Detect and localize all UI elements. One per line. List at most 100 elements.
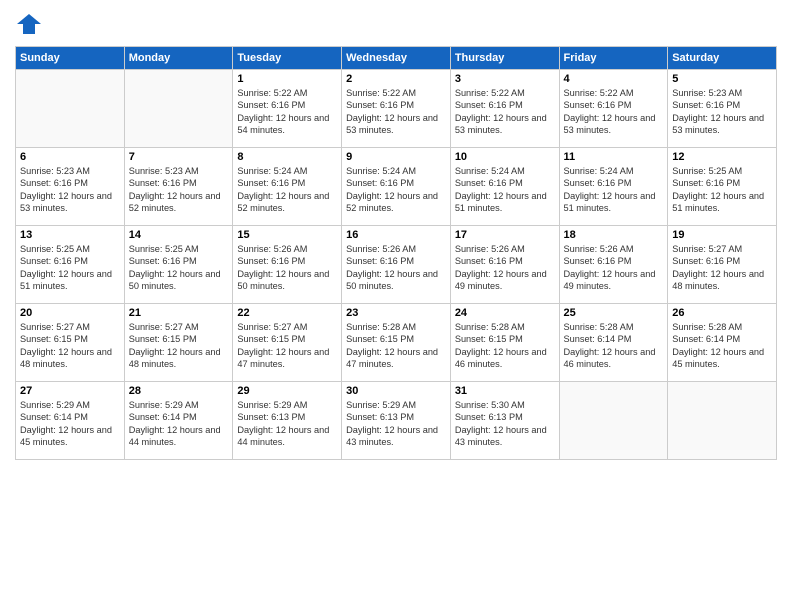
day-info: Sunrise: 5:26 AMSunset: 6:16 PMDaylight:… — [564, 243, 664, 293]
day-info: Sunrise: 5:24 AMSunset: 6:16 PMDaylight:… — [237, 165, 337, 215]
day-info: Sunrise: 5:22 AMSunset: 6:16 PMDaylight:… — [564, 87, 664, 137]
day-number: 21 — [129, 307, 229, 319]
calendar-cell: 1 Sunrise: 5:22 AMSunset: 6:16 PMDaylight… — [233, 70, 342, 148]
calendar-cell: 21Sunrise: 5:27 AMSunset: 6:15 PMDayligh… — [124, 304, 233, 382]
calendar-cell: 31 Sunrise: 5:30 AMSunset: 6:13 PMDayligh… — [450, 382, 559, 460]
day-number: 4 — [564, 73, 664, 85]
day-number: 12 — [672, 151, 772, 163]
logo — [15, 10, 47, 38]
calendar-cell: 20 Sunrise: 5:27 AMSunset: 6:15 PMDayligh… — [16, 304, 125, 382]
day-number: 22 — [237, 307, 337, 319]
day-info: Sunrise: 5:28 AMSunset: 6:15 PMDaylight:… — [346, 321, 446, 371]
weekday-header-row: SundayMondayTuesdayWednesdayThursdayFrid… — [16, 47, 777, 70]
weekday-header: Monday — [124, 47, 233, 70]
day-info: Sunrise: 5:22 AMSunset: 6:16 PMDaylight:… — [455, 87, 555, 137]
day-info: Sunrise: 5:26 AMSunset: 6:16 PMDaylight:… — [455, 243, 555, 293]
calendar-cell: 9Sunrise: 5:24 AMSunset: 6:16 PMDaylight… — [342, 148, 451, 226]
day-number: 13 — [20, 229, 120, 241]
calendar-cell: 24Sunrise: 5:28 AMSunset: 6:15 PMDayligh… — [450, 304, 559, 382]
day-info: Sunrise: 5:23 AMSunset: 6:16 PMDaylight:… — [129, 165, 229, 215]
day-info: Sunrise: 5:24 AMSunset: 6:16 PMDaylight:… — [564, 165, 664, 215]
day-number: 20 — [20, 307, 120, 319]
day-number: 31 — [455, 385, 555, 397]
calendar-cell: 2Sunrise: 5:22 AMSunset: 6:16 PMDaylight… — [342, 70, 451, 148]
calendar-cell: 26 Sunrise: 5:28 AMSunset: 6:14 PMDayligh… — [668, 304, 777, 382]
day-number: 8 — [237, 151, 337, 163]
day-number: 2 — [346, 73, 446, 85]
day-number: 23 — [346, 307, 446, 319]
calendar: SundayMondayTuesdayWednesdayThursdayFrid… — [15, 46, 777, 460]
calendar-cell: 15Sunrise: 5:26 AMSunset: 6:16 PMDayligh… — [233, 226, 342, 304]
calendar-cell: 5Sunrise: 5:23 AMSunset: 6:16 PMDaylight… — [668, 70, 777, 148]
day-number: 17 — [455, 229, 555, 241]
day-info: Sunrise: 5:25 AMSunset: 6:16 PMDaylight:… — [129, 243, 229, 293]
day-number: 7 — [129, 151, 229, 163]
day-info: Sunrise: 5:29 AMSunset: 6:13 PMDaylight:… — [346, 399, 446, 449]
header — [15, 10, 777, 38]
calendar-cell: 29 Sunrise: 5:29 AMSunset: 6:13 PMDayligh… — [233, 382, 342, 460]
day-number: 14 — [129, 229, 229, 241]
calendar-cell: 3Sunrise: 5:22 AMSunset: 6:16 PMDaylight… — [450, 70, 559, 148]
day-info: Sunrise: 5:26 AMSunset: 6:16 PMDaylight:… — [237, 243, 337, 293]
day-info: Sunrise: 5:23 AMSunset: 6:16 PMDaylight:… — [20, 165, 120, 215]
calendar-week-row: 1 Sunrise: 5:22 AMSunset: 6:16 PMDaylight… — [16, 70, 777, 148]
calendar-cell: 13Sunrise: 5:25 AMSunset: 6:16 PMDayligh… — [16, 226, 125, 304]
calendar-cell: 6 Sunrise: 5:23 AMSunset: 6:16 PMDaylight… — [16, 148, 125, 226]
weekday-header: Wednesday — [342, 47, 451, 70]
day-info: Sunrise: 5:30 AMSunset: 6:13 PMDaylight:… — [455, 399, 555, 449]
weekday-header: Tuesday — [233, 47, 342, 70]
day-number: 16 — [346, 229, 446, 241]
calendar-cell: 12 Sunrise: 5:25 AMSunset: 6:16 PMDayligh… — [668, 148, 777, 226]
calendar-cell: 17 Sunrise: 5:26 AMSunset: 6:16 PMDayligh… — [450, 226, 559, 304]
calendar-cell: 22 Sunrise: 5:27 AMSunset: 6:15 PMDayligh… — [233, 304, 342, 382]
calendar-cell: 11 Sunrise: 5:24 AMSunset: 6:16 PMDayligh… — [559, 148, 668, 226]
day-info: Sunrise: 5:25 AMSunset: 6:16 PMDaylight:… — [672, 165, 772, 215]
day-number: 28 — [129, 385, 229, 397]
calendar-cell — [559, 382, 668, 460]
calendar-cell: 18 Sunrise: 5:26 AMSunset: 6:16 PMDayligh… — [559, 226, 668, 304]
day-number: 29 — [237, 385, 337, 397]
day-number: 19 — [672, 229, 772, 241]
weekday-header: Friday — [559, 47, 668, 70]
day-info: Sunrise: 5:28 AMSunset: 6:14 PMDaylight:… — [564, 321, 664, 371]
calendar-cell: 14 Sunrise: 5:25 AMSunset: 6:16 PMDayligh… — [124, 226, 233, 304]
calendar-cell: 23 Sunrise: 5:28 AMSunset: 6:15 PMDayligh… — [342, 304, 451, 382]
day-number: 30 — [346, 385, 446, 397]
calendar-week-row: 13 Sunrise: 5:25 AMSunset: 6:16 PMDayligh… — [16, 226, 777, 304]
calendar-cell: 30 Sunrise: 5:29 AMSunset: 6:13 PMDayligh… — [342, 382, 451, 460]
day-info: Sunrise: 5:27 AMSunset: 6:15 PMDaylight:… — [237, 321, 337, 371]
page: SundayMondayTuesdayWednesdayThursdayFrid… — [0, 0, 792, 612]
day-info: Sunrise: 5:27 AMSunset: 6:15 PMDaylight:… — [20, 321, 120, 371]
calendar-cell — [124, 70, 233, 148]
day-info: Sunrise: 5:24 AMSunset: 6:16 PMDaylight:… — [346, 165, 446, 215]
day-number: 26 — [672, 307, 772, 319]
weekday-header: Thursday — [450, 47, 559, 70]
day-info: Sunrise: 5:28 AMSunset: 6:14 PMDaylight:… — [672, 321, 772, 371]
day-number: 25 — [564, 307, 664, 319]
day-number: 6 — [20, 151, 120, 163]
calendar-week-row: 27Sunrise: 5:29 AMSunset: 6:14 PMDayligh… — [16, 382, 777, 460]
calendar-cell: 28Sunrise: 5:29 AMSunset: 6:14 PMDayligh… — [124, 382, 233, 460]
calendar-cell: 19 Sunrise: 5:27 AMSunset: 6:16 PMDayligh… — [668, 226, 777, 304]
day-info: Sunrise: 5:22 AMSunset: 6:16 PMDaylight:… — [237, 87, 337, 137]
calendar-cell: 8 Sunrise: 5:24 AMSunset: 6:16 PMDaylight… — [233, 148, 342, 226]
calendar-cell: 7 Sunrise: 5:23 AMSunset: 6:16 PMDaylight… — [124, 148, 233, 226]
day-info: Sunrise: 5:28 AMSunset: 6:15 PMDaylight:… — [455, 321, 555, 371]
day-number: 11 — [564, 151, 664, 163]
calendar-cell: 27Sunrise: 5:29 AMSunset: 6:14 PMDayligh… — [16, 382, 125, 460]
day-number: 1 — [237, 73, 337, 85]
day-info: Sunrise: 5:29 AMSunset: 6:13 PMDaylight:… — [237, 399, 337, 449]
weekday-header: Sunday — [16, 47, 125, 70]
day-info: Sunrise: 5:24 AMSunset: 6:16 PMDaylight:… — [455, 165, 555, 215]
calendar-cell — [16, 70, 125, 148]
calendar-cell: 4 Sunrise: 5:22 AMSunset: 6:16 PMDaylight… — [559, 70, 668, 148]
calendar-cell: 10 Sunrise: 5:24 AMSunset: 6:16 PMDayligh… — [450, 148, 559, 226]
calendar-cell — [668, 382, 777, 460]
day-info: Sunrise: 5:27 AMSunset: 6:16 PMDaylight:… — [672, 243, 772, 293]
logo-icon — [15, 10, 43, 38]
day-info: Sunrise: 5:29 AMSunset: 6:14 PMDaylight:… — [20, 399, 120, 449]
day-info: Sunrise: 5:26 AMSunset: 6:16 PMDaylight:… — [346, 243, 446, 293]
weekday-header: Saturday — [668, 47, 777, 70]
day-number: 18 — [564, 229, 664, 241]
day-number: 10 — [455, 151, 555, 163]
